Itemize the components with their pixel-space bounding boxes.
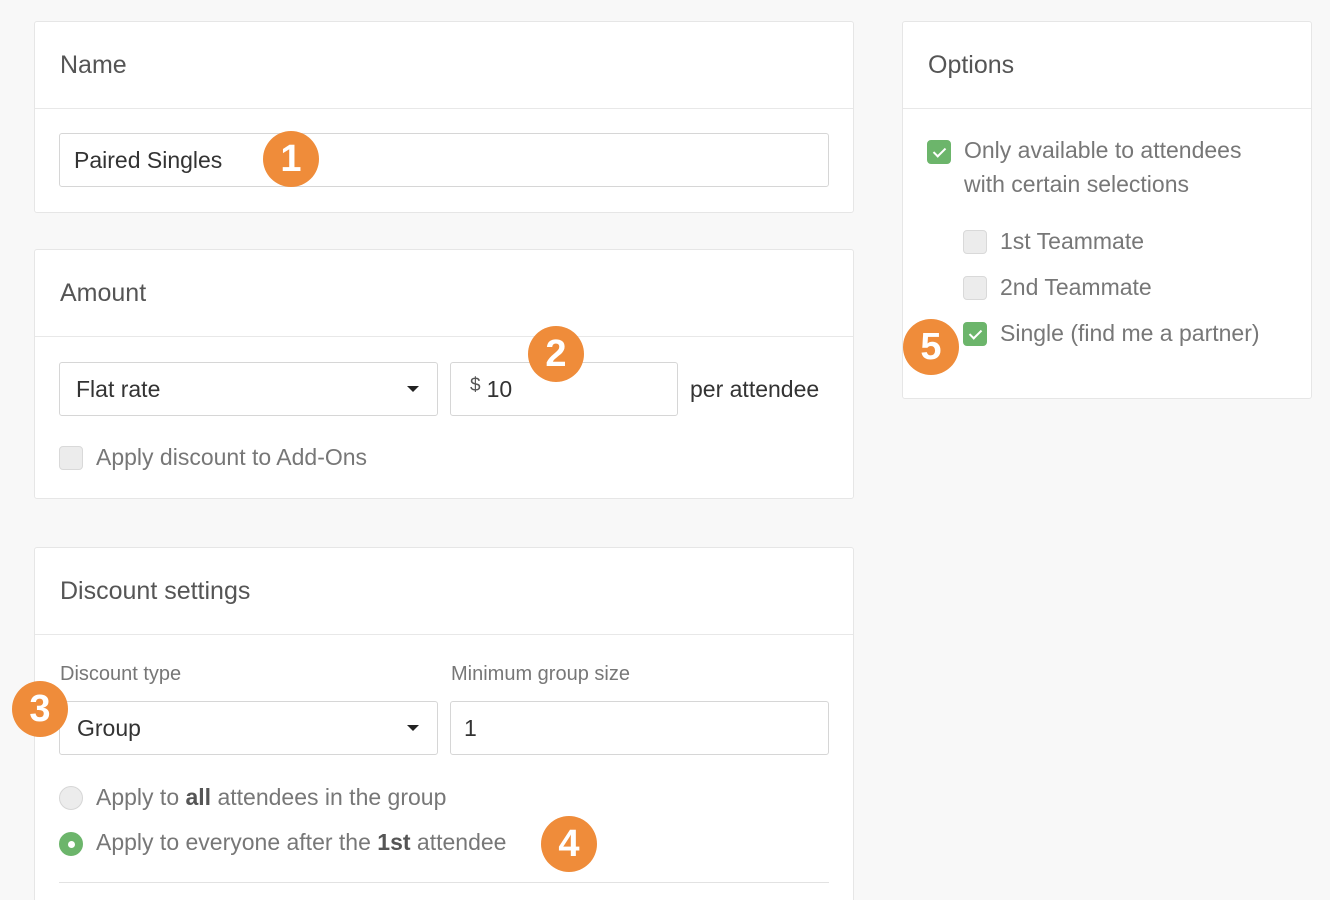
selection-checkbox-single[interactable] (963, 322, 987, 346)
rate-type-value: Flat rate (76, 375, 161, 402)
selection-label-2nd-teammate: 2nd Teammate (1000, 274, 1152, 300)
amount-value: 10 (486, 375, 513, 402)
discount-type-value: Group (77, 714, 141, 741)
restrict-selections-label-line1: Only available to attendees (964, 137, 1242, 163)
options-panel: Options Only available to attendees with… (902, 21, 1312, 399)
amount-panel-title: Amount (35, 250, 853, 337)
per-attendee-label: per attendee (690, 376, 820, 402)
name-input[interactable]: Paired Singles (59, 133, 829, 187)
discount-settings-panel: Discount settings Discount type Minimum … (34, 547, 854, 900)
min-group-size-label: Minimum group size (451, 663, 630, 685)
annotation-badge-3: 3 (12, 681, 68, 737)
rate-type-select[interactable]: Flat rate (59, 362, 438, 416)
apply-after-first-radio[interactable] (59, 832, 83, 856)
discount-panel-title: Discount settings (35, 548, 853, 635)
name-input-value: Paired Singles (74, 146, 223, 173)
apply-after-first-label: Apply to everyone after the 1st attendee (96, 829, 507, 855)
divider (59, 882, 829, 883)
annotation-badge-2: 2 (528, 326, 584, 382)
name-panel: Name Paired Singles (34, 21, 854, 213)
selection-checkbox-2nd-teammate[interactable] (963, 276, 987, 300)
chevron-down-icon (407, 725, 419, 731)
name-panel-title: Name (35, 22, 853, 109)
apply-to-all-radio[interactable] (59, 786, 83, 810)
restrict-selections-label-line2: with certain selections (964, 171, 1189, 197)
min-group-size-input[interactable]: 1 (450, 701, 829, 755)
discount-type-label: Discount type (60, 663, 182, 685)
selection-label-1st-teammate: 1st Teammate (1000, 228, 1145, 254)
currency-symbol: $ (470, 375, 481, 396)
selection-label-single: Single (find me a partner) (1000, 320, 1260, 346)
apply-to-all-label: Apply to all attendees in the group (96, 784, 447, 810)
chevron-down-icon (407, 386, 419, 392)
amount-panel: Amount Flat rate $ 10 per attendee Apply… (34, 249, 854, 499)
annotation-badge-4: 4 (541, 816, 597, 872)
min-group-size-value: 1 (464, 714, 477, 741)
restrict-selections-checkbox[interactable] (927, 140, 951, 164)
discount-type-select[interactable]: Group (59, 701, 438, 755)
options-panel-title: Options (903, 22, 1311, 109)
annotation-badge-1: 1 (263, 131, 319, 187)
apply-addons-checkbox[interactable] (59, 446, 83, 470)
selection-checkbox-1st-teammate[interactable] (963, 230, 987, 254)
apply-addons-label: Apply discount to Add-Ons (96, 444, 368, 470)
annotation-badge-5: 5 (903, 319, 959, 375)
